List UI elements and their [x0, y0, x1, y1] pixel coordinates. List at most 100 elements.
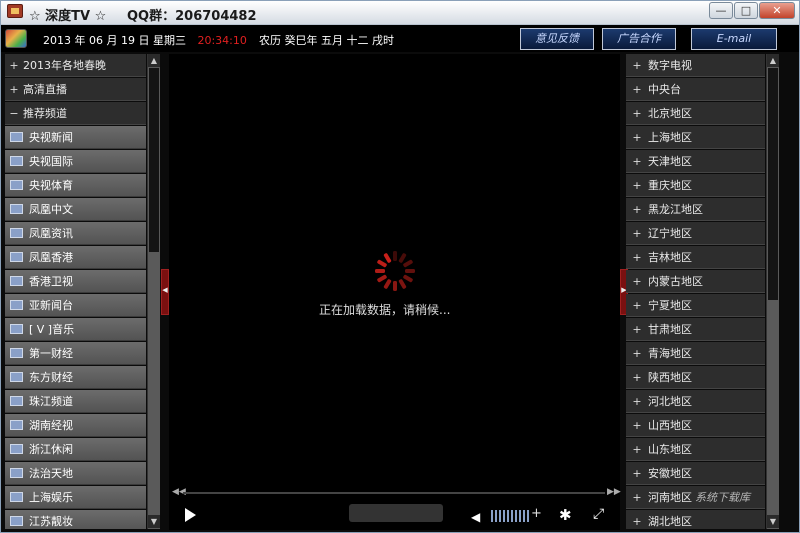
chevron-left-icon: ◀	[162, 286, 168, 294]
minimize-button[interactable]: —	[709, 2, 733, 19]
watermark: 系统下载库	[695, 491, 750, 504]
channel-item[interactable]: 湖南经视	[5, 414, 146, 437]
right-scrollbar[interactable]: ▲ ▼	[766, 54, 779, 529]
channel-label: 浙江休闲	[29, 443, 73, 456]
channel-label: 凤凰资讯	[29, 227, 73, 240]
region-item[interactable]: + 青海地区	[626, 342, 765, 365]
region-item[interactable]: + 中央台	[626, 78, 765, 101]
play-icon[interactable]	[185, 508, 196, 522]
region-label: 山东地区	[648, 443, 692, 456]
channel-label: 凤凰香港	[29, 251, 73, 264]
region-item[interactable]: + 数字电视	[626, 54, 765, 77]
channel-item[interactable]: 珠江频道	[5, 390, 146, 413]
region-item[interactable]: + 甘肃地区	[626, 318, 765, 341]
scroll-thumb[interactable]	[149, 68, 159, 252]
left-scrollbar[interactable]: ▲ ▼	[147, 54, 160, 529]
region-label: 北京地区	[648, 107, 692, 120]
region-item[interactable]: + 山东地区	[626, 438, 765, 461]
tv-channel-icon	[10, 156, 23, 166]
region-item[interactable]: + 吉林地区	[626, 246, 765, 269]
expand-icon: +	[632, 467, 642, 480]
fullscreen-icon[interactable]: ⤢	[593, 506, 604, 522]
title-bar[interactable]: ☆ 深度TV ☆ QQ群：206704482 — □ ✕	[1, 1, 799, 25]
scroll-thumb[interactable]	[768, 68, 778, 300]
channel-item[interactable]: 央视国际	[5, 150, 146, 173]
region-item[interactable]: + 陕西地区	[626, 366, 765, 389]
region-item[interactable]: + 上海地区	[626, 126, 765, 149]
region-item[interactable]: + 辽宁地区	[626, 222, 765, 245]
channel-label: 第一财经	[29, 347, 73, 360]
region-item[interactable]: + 山西地区	[626, 414, 765, 437]
channel-label: 香港卫视	[29, 275, 73, 288]
channel-item[interactable]: 凤凰资讯	[5, 222, 146, 245]
expand-icon: +	[632, 131, 642, 144]
channel-item[interactable]: [ V ]音乐	[5, 318, 146, 341]
expand-icon: +	[632, 107, 642, 120]
channel-item[interactable]: 浙江休闲	[5, 438, 146, 461]
category-item[interactable]: − 推荐频道	[5, 102, 146, 125]
channel-label: 央视体育	[29, 179, 73, 192]
channel-item[interactable]: 凤凰香港	[5, 246, 146, 269]
tv-channel-icon	[10, 180, 23, 190]
region-item[interactable]: + 重庆地区	[626, 174, 765, 197]
channel-item[interactable]: 上海娱乐	[5, 486, 146, 509]
volume-up-icon[interactable]: +	[531, 506, 542, 521]
expand-icon: +	[632, 59, 642, 72]
channel-label: 湖南经视	[29, 419, 73, 432]
email-button[interactable]: E-mail	[691, 28, 777, 50]
progress-bar[interactable]: ◀◀ ▶▶	[169, 486, 621, 500]
loading-text: 正在加载数据，请稍候...	[319, 303, 451, 317]
channel-item[interactable]: 央视体育	[5, 174, 146, 197]
channel-item[interactable]: 央视新闻	[5, 126, 146, 149]
expand-icon: +	[632, 275, 642, 288]
region-label: 天津地区	[648, 155, 692, 168]
player-controls: ◀ + ✱ ⤢	[169, 500, 620, 530]
scroll-down-icon[interactable]: ▼	[148, 515, 160, 528]
expand-icon: +	[9, 83, 19, 96]
channel-item[interactable]: 凤凰中文	[5, 198, 146, 221]
expand-icon: +	[632, 83, 642, 96]
fast-forward-icon[interactable]: ▶▶	[607, 487, 621, 497]
expand-icon: +	[632, 251, 642, 264]
channel-label: 凤凰中文	[29, 203, 73, 216]
clock-text: 20:34:10	[197, 34, 247, 47]
tv-channel-icon	[10, 420, 23, 430]
channel-item[interactable]: 东方财经	[5, 366, 146, 389]
close-button[interactable]: ✕	[759, 2, 795, 19]
volume-slider[interactable]	[491, 510, 529, 522]
collapse-left-tab[interactable]: ◀	[161, 269, 169, 315]
channel-item[interactable]: 香港卫视	[5, 270, 146, 293]
progress-track[interactable]	[183, 492, 605, 494]
region-item[interactable]: + 天津地区	[626, 150, 765, 173]
region-item[interactable]: + 北京地区	[626, 102, 765, 125]
region-item[interactable]: + 黑龙江地区	[626, 198, 765, 221]
region-label: 上海地区	[648, 131, 692, 144]
region-item[interactable]: + 河北地区	[626, 390, 765, 413]
scroll-up-icon[interactable]: ▲	[767, 54, 779, 67]
ad-cooperation-button[interactable]: 广告合作	[602, 28, 676, 50]
maximize-button[interactable]: □	[734, 2, 758, 19]
scroll-down-icon[interactable]: ▼	[767, 515, 779, 528]
expand-icon: +	[632, 395, 642, 408]
speaker-icon[interactable]: ◀	[471, 510, 480, 524]
scroll-up-icon[interactable]: ▲	[148, 54, 160, 67]
channel-item[interactable]: 法治天地	[5, 462, 146, 485]
region-item[interactable]: + 安徽地区	[626, 462, 765, 485]
expand-icon: +	[632, 443, 642, 456]
info-bar: 2013 年 06 月 19 日 星期三 20:34:10 农历 癸巳年 五月 …	[1, 25, 799, 52]
region-item[interactable]: + 内蒙古地区	[626, 270, 765, 293]
category-item[interactable]: + 高清直播	[5, 78, 146, 101]
category-item[interactable]: +2013年各地春晚	[5, 54, 146, 77]
feedback-button[interactable]: 意见反馈	[520, 28, 594, 50]
region-item[interactable]: + 宁夏地区	[626, 294, 765, 317]
expand-icon: +	[632, 371, 642, 384]
region-label: 甘肃地区	[648, 323, 692, 336]
channel-item[interactable]: 第一财经	[5, 342, 146, 365]
tv-channel-icon	[10, 204, 23, 214]
gear-icon[interactable]: ✱	[559, 506, 572, 524]
region-item[interactable]: + 湖北地区	[626, 510, 765, 529]
app-logo-icon	[7, 4, 23, 18]
channel-item[interactable]: 江苏靓妆	[5, 510, 146, 529]
expand-icon: +	[632, 419, 642, 432]
channel-item[interactable]: 亚新闻台	[5, 294, 146, 317]
